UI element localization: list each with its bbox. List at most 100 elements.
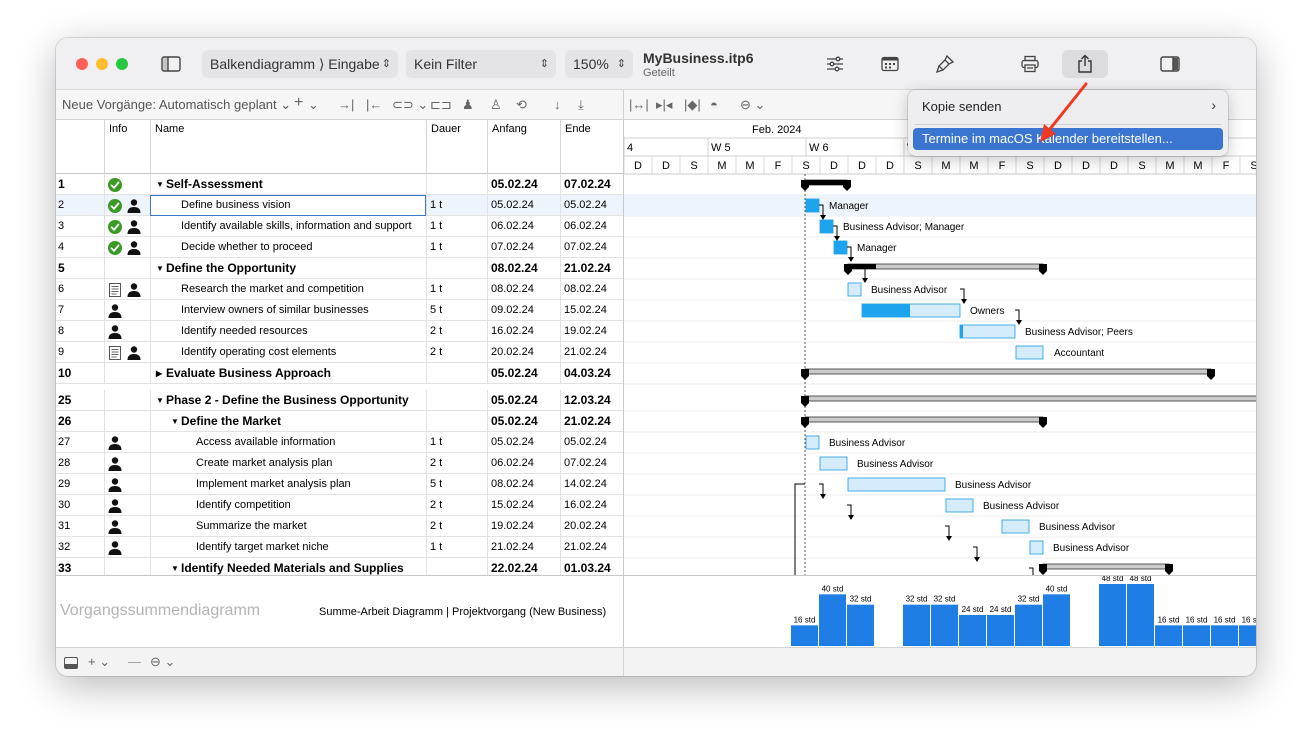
table-row[interactable]: 1 ▼ Self-Assessment 05.02.24 07.02.24 (56, 174, 623, 195)
table-row[interactable]: 4 Decide whether to proceed 1 t 07.02.24 07.… (56, 237, 623, 258)
column-header-name[interactable]: Name (150, 120, 426, 174)
unlink-tasks-icon[interactable]: ⊏⊐ (430, 97, 452, 113)
disclosure-expanded-icon[interactable]: ▼ (171, 411, 179, 432)
table-row[interactable]: 26 ▼ Define the Market 05.02.24 21.02.24 (56, 411, 623, 432)
column-header-duration[interactable]: Dauer (426, 120, 487, 174)
row-name[interactable]: Interview owners of similar businesses (150, 300, 426, 321)
row-name[interactable]: Define business vision (150, 195, 426, 216)
menu-item-send-copy[interactable]: Kopie senden (922, 99, 1002, 114)
row-name[interactable]: Summarize the market (150, 516, 426, 537)
outdent-icon[interactable]: |← (366, 97, 382, 112)
row-info (104, 216, 150, 237)
sidebar-toggle-button[interactable] (148, 50, 194, 78)
work-bar-label: 32 std (906, 595, 928, 604)
new-tasks-mode-select[interactable]: Neue Vorgänge: Automatisch geplant ⌄ (62, 97, 291, 113)
filter-select[interactable]: Kein Filter ⇕ (406, 50, 556, 78)
inspector-sliders-button[interactable] (812, 50, 858, 78)
resource-leveling-icon[interactable]: ♙ (490, 97, 502, 113)
table-row[interactable]: 3 Identify available skills, information … (56, 216, 623, 237)
task-resource-label: Business Advisor (955, 480, 1032, 491)
document-title-block: MyBusiness.itp6 Geteilt (643, 50, 753, 79)
row-end: 07.02.24 (560, 174, 623, 195)
column-header-info[interactable]: Info (104, 120, 150, 174)
table-row[interactable]: 5 ▼ Define the Opportunity 08.02.24 21.02.24 (56, 258, 623, 279)
zoom-select[interactable]: 150% ⇕ (565, 50, 633, 78)
add-view-icon[interactable]: + ⌄ (88, 654, 110, 670)
timeline-month-label: Feb. 2024 (752, 124, 802, 136)
table-row[interactable]: 8 Identify needed resources 2 t 16.02.24 19.… (56, 321, 623, 342)
expand-timeline-icon[interactable]: |↔| (629, 97, 649, 112)
reschedule-icon[interactable]: ⟲ (516, 97, 527, 113)
row-name[interactable]: ▶ Evaluate Business Approach (150, 363, 426, 384)
row-start: 09.02.24 (487, 300, 560, 321)
completed-check-icon (108, 240, 122, 255)
column-header-end[interactable]: Ende (560, 120, 623, 174)
disclosure-collapsed-icon[interactable]: ▶ (156, 363, 162, 384)
more-options-icon[interactable]: ⊖ ⌄ (740, 97, 765, 113)
table-row[interactable]: 27 Access available information 1 t 05.02.2… (56, 432, 623, 453)
row-name[interactable]: Identify needed resources (150, 321, 426, 342)
zoom-window-button[interactable] (116, 58, 128, 70)
row-name[interactable]: Research the market and competition (150, 279, 426, 300)
right-sidebar-toggle-button[interactable] (1147, 50, 1193, 78)
remove-view-icon[interactable]: — (128, 654, 141, 669)
row-name[interactable]: Decide whether to proceed (150, 237, 426, 258)
calendar-view-button[interactable] (867, 50, 913, 78)
work-bar (1099, 584, 1126, 646)
table-row[interactable]: 25 ▼ Phase 2 - Define the Business Opportu… (56, 390, 623, 411)
table-row[interactable]: 9 Identify operating cost elements 2 t 20.0… (56, 342, 623, 363)
share-button[interactable] (1062, 50, 1108, 78)
work-bar-label: 16 std (1214, 615, 1236, 624)
column-header-start[interactable]: Anfang (487, 120, 560, 174)
row-name[interactable]: Identify competition (150, 495, 426, 516)
assign-resource-icon[interactable]: ♟ (462, 97, 474, 113)
row-name[interactable]: Implement market analysis plan (150, 474, 426, 495)
progress-circle-icon[interactable]: ◓ (710, 97, 718, 112)
close-window-button[interactable] (76, 58, 88, 70)
collapse-timeline-icon[interactable]: ▸|◂ (656, 97, 672, 113)
view-select[interactable]: Balkendiagramm ⟩ Eingabe ⇕ (202, 50, 398, 78)
chevron-down-icon[interactable]: ⌄ (308, 97, 319, 113)
row-name-text: Identify target market niche (196, 541, 329, 553)
table-row[interactable]: 32 Identify target market niche 1 t 21.02.2… (56, 537, 623, 558)
minimize-window-button[interactable] (96, 58, 108, 70)
row-name[interactable]: ▼ Define the Opportunity (150, 258, 426, 279)
table-row[interactable]: 6 Research the market and competition 1 t0… (56, 279, 623, 300)
table-row[interactable]: 10 ▶ Evaluate Business Approach 05.02.24 04.… (56, 363, 623, 384)
table-row[interactable]: 2 Define business vision 1 t 05.02.24 05.02.… (56, 195, 623, 216)
link-tasks-icon[interactable]: ⊂⊃ ⌄ (392, 97, 428, 113)
add-task-icon[interactable]: + (294, 94, 303, 112)
row-end: 21.02.24 (560, 342, 623, 363)
gantt-canvas: Feb. 20244W 5W 6WDDSMMFSDDDSMMFSDDDSMMFS… (624, 124, 1256, 575)
work-bar-label: 16 std (1186, 615, 1208, 624)
work-bar (1127, 584, 1154, 646)
disclosure-expanded-icon[interactable]: ▼ (156, 390, 164, 411)
move-down-icon[interactable]: ↓ (554, 97, 561, 112)
format-brush-button[interactable] (922, 50, 968, 78)
row-name[interactable]: Identify available skills, information a… (150, 216, 426, 237)
bottom-panel-icon[interactable] (64, 657, 78, 669)
table-row[interactable]: 28 Create market analysis plan 2 t 06.02.24… (56, 453, 623, 474)
resource-person-icon (108, 303, 122, 318)
row-name[interactable]: Identify target market niche (150, 537, 426, 558)
disclosure-expanded-icon[interactable]: ▼ (156, 258, 164, 279)
center-timeline-icon[interactable]: |◆| (684, 97, 701, 113)
print-button[interactable] (1007, 50, 1053, 78)
table-row[interactable]: 30 Identify competition 2 t 15.02.24 16.02.2… (56, 495, 623, 516)
column-header-id[interactable] (56, 120, 104, 174)
table-row[interactable]: 7 Interview owners of similar businesses 5… (56, 300, 623, 321)
timeline-day-label: S (1026, 160, 1033, 172)
table-row[interactable]: 29 Implement market analysis plan 5 t 08.02… (56, 474, 623, 495)
row-name[interactable]: ▼ Phase 2 - Define the Business Opportuni… (150, 390, 426, 411)
row-name[interactable]: Identify operating cost elements (150, 342, 426, 363)
indent-icon[interactable]: →| (338, 97, 354, 112)
download-tray-icon[interactable]: ⤓ (578, 97, 584, 113)
row-name[interactable]: ▼ Self-Assessment (150, 174, 426, 195)
row-name[interactable]: ▼ Define the Market (150, 411, 426, 432)
work-bar (903, 604, 930, 646)
table-row[interactable]: 31 Summarize the market 2 t 19.02.24 20.02.2… (56, 516, 623, 537)
row-name[interactable]: Create market analysis plan (150, 453, 426, 474)
status-more-icon[interactable]: ⊖ ⌄ (150, 654, 175, 670)
disclosure-expanded-icon[interactable]: ▼ (156, 174, 164, 195)
row-name[interactable]: Access available information (150, 432, 426, 453)
